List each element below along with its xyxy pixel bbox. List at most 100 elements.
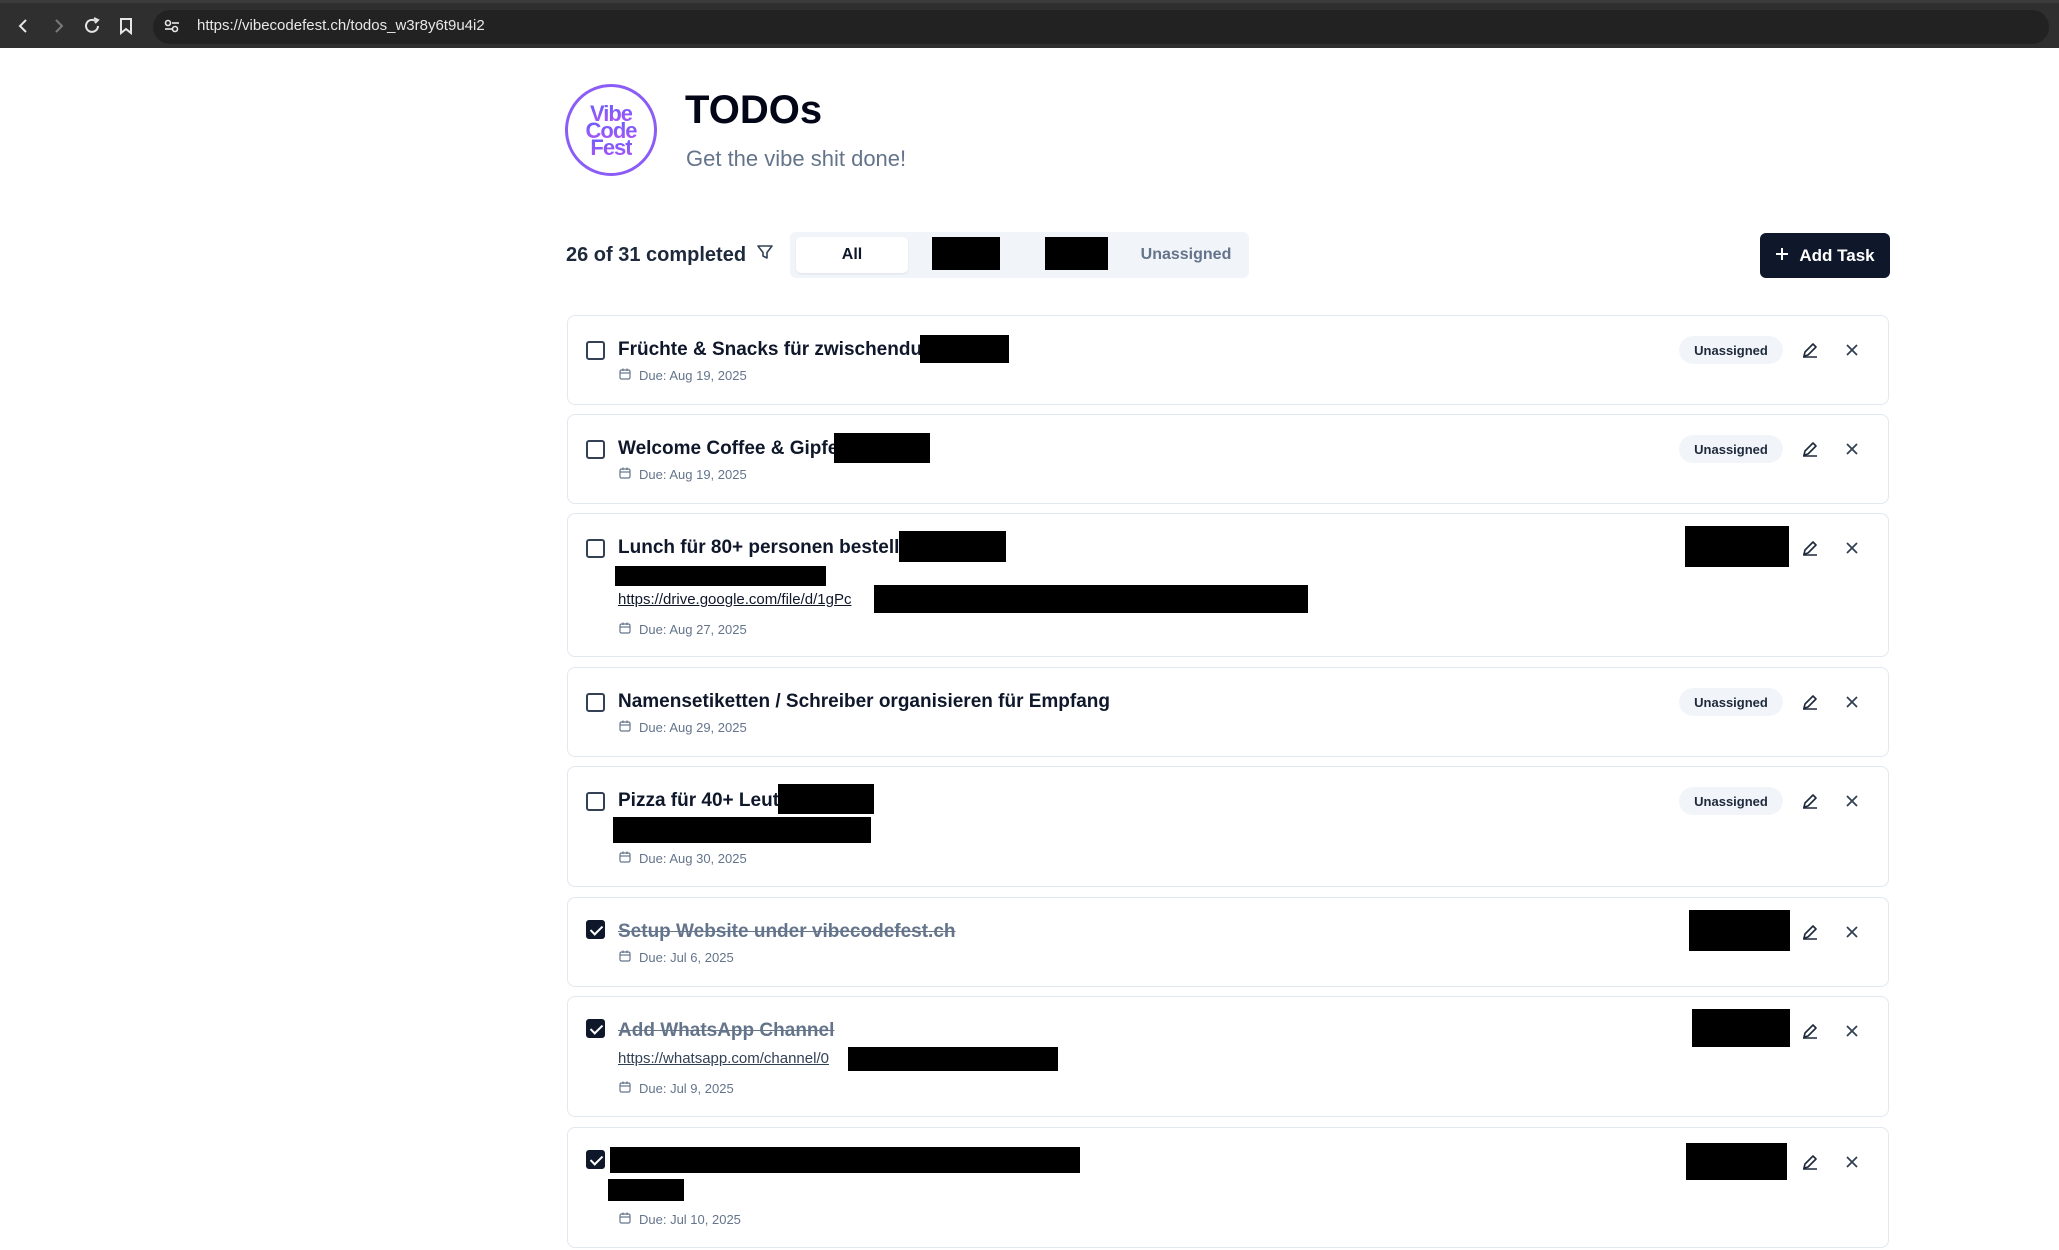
redacted-block bbox=[834, 433, 930, 463]
site-settings-icon[interactable] bbox=[160, 14, 184, 38]
task-title: Lunch für 80+ personen bestellen bbox=[618, 537, 922, 558]
task-title: Welcome Coffee & Gipfeli bbox=[618, 438, 849, 459]
due-text: Due: Aug 19, 2025 bbox=[639, 467, 747, 482]
task-checkbox-checked[interactable] bbox=[586, 1150, 605, 1169]
redacted-title bbox=[610, 1147, 1080, 1173]
task-card: Due: Jul 10, 2025 bbox=[567, 1127, 1889, 1248]
forward-arrow-icon[interactable] bbox=[46, 14, 70, 38]
task-checkbox[interactable] bbox=[586, 539, 605, 558]
tab-redacted-1[interactable] bbox=[932, 237, 1000, 273]
filter-icon[interactable] bbox=[756, 243, 774, 267]
task-card: Lunch für 80+ personen bestellen https:/… bbox=[567, 513, 1889, 657]
tab-all[interactable]: All bbox=[796, 237, 908, 273]
page-subtitle: Get the vibe shit done! bbox=[686, 146, 907, 171]
plus-icon bbox=[1775, 246, 1789, 266]
task-link[interactable]: https://whatsapp.com/channel/0 bbox=[618, 1050, 829, 1067]
close-icon[interactable] bbox=[1840, 338, 1864, 362]
logo-line: Fest bbox=[590, 134, 632, 160]
pencil-icon[interactable] bbox=[1798, 690, 1822, 714]
task-due: Due: Jul 6, 2025 bbox=[619, 950, 734, 965]
task-due: Due: Aug 30, 2025 bbox=[619, 851, 747, 866]
redacted-block bbox=[608, 1179, 684, 1201]
close-icon[interactable] bbox=[1840, 1019, 1864, 1043]
due-text: Due: Aug 29, 2025 bbox=[639, 720, 747, 735]
due-text: Due: Aug 27, 2025 bbox=[639, 622, 747, 637]
task-card: Namensetiketten / Schreiber organisieren… bbox=[567, 667, 1889, 757]
page-title: TODOs bbox=[685, 88, 823, 132]
calendar-icon bbox=[619, 1212, 631, 1227]
redacted-block bbox=[874, 585, 1308, 613]
close-icon[interactable] bbox=[1840, 789, 1864, 813]
pencil-icon[interactable] bbox=[1798, 338, 1822, 362]
task-checkbox-checked[interactable] bbox=[586, 1019, 605, 1038]
task-title: Pizza für 40+ Leute bbox=[618, 790, 790, 811]
pencil-icon[interactable] bbox=[1798, 1019, 1822, 1043]
task-card: Früchte & Snacks für zwischendurch Due: … bbox=[567, 315, 1889, 405]
close-icon[interactable] bbox=[1840, 920, 1864, 944]
redacted-block bbox=[899, 531, 1006, 562]
assignee-badge[interactable]: Unassigned bbox=[1679, 435, 1783, 463]
task-card: Pizza für 40+ Leute Due: Aug 30, 2025 Un… bbox=[567, 766, 1889, 887]
task-due: Due: Jul 10, 2025 bbox=[619, 1212, 741, 1227]
calendar-icon bbox=[619, 368, 631, 383]
bookmark-icon[interactable] bbox=[114, 14, 138, 38]
task-due: Due: Aug 27, 2025 bbox=[619, 622, 747, 637]
task-checkbox-checked[interactable] bbox=[586, 920, 605, 939]
assignee-filter-tabs: All Unassigned bbox=[790, 232, 1249, 278]
calendar-icon bbox=[619, 1081, 631, 1096]
task-due: Due: Aug 19, 2025 bbox=[619, 368, 747, 383]
redacted-assignee bbox=[1686, 1143, 1787, 1180]
redacted-block bbox=[920, 335, 1009, 363]
due-text: Due: Aug 30, 2025 bbox=[639, 851, 747, 866]
redacted-block bbox=[848, 1047, 1058, 1071]
vibecodefest-logo: Vibe Code Fest bbox=[565, 84, 657, 176]
task-due: Due: Aug 19, 2025 bbox=[619, 467, 747, 482]
tab-redacted-2[interactable] bbox=[1045, 237, 1108, 273]
task-due: Due: Jul 9, 2025 bbox=[619, 1081, 734, 1096]
assignee-badge[interactable]: Unassigned bbox=[1679, 688, 1783, 716]
redacted-block bbox=[778, 784, 874, 814]
task-checkbox[interactable] bbox=[586, 693, 605, 712]
pencil-icon[interactable] bbox=[1798, 536, 1822, 560]
pencil-icon[interactable] bbox=[1798, 789, 1822, 813]
completed-count: 26 of 31 completed bbox=[566, 243, 774, 267]
task-checkbox[interactable] bbox=[586, 440, 605, 459]
completed-text: 26 of 31 completed bbox=[566, 243, 747, 266]
task-title: Namensetiketten / Schreiber organisieren… bbox=[618, 691, 1111, 712]
tab-unassigned[interactable]: Unassigned bbox=[1130, 237, 1242, 273]
task-checkbox[interactable] bbox=[586, 341, 605, 360]
task-title: Add WhatsApp Channel bbox=[618, 1020, 835, 1041]
url-text: https://vibecodefest.ch/todos_w3r8y6t9u4… bbox=[197, 17, 485, 34]
close-icon[interactable] bbox=[1840, 690, 1864, 714]
assignee-badge[interactable]: Unassigned bbox=[1679, 336, 1783, 364]
calendar-icon bbox=[619, 622, 631, 637]
calendar-icon bbox=[619, 720, 631, 735]
close-icon[interactable] bbox=[1840, 536, 1864, 560]
close-icon[interactable] bbox=[1840, 437, 1864, 461]
task-due: Due: Aug 29, 2025 bbox=[619, 720, 747, 735]
due-text: Due: Aug 19, 2025 bbox=[639, 368, 747, 383]
redacted-assignee bbox=[1685, 526, 1789, 567]
add-task-button[interactable]: Add Task bbox=[1760, 233, 1890, 278]
assignee-badge[interactable]: Unassigned bbox=[1679, 787, 1783, 815]
redacted-assignee bbox=[1692, 1009, 1790, 1047]
pencil-icon[interactable] bbox=[1798, 437, 1822, 461]
task-card: Setup Website under vibecodefest.ch Due:… bbox=[567, 897, 1889, 987]
due-text: Due: Jul 6, 2025 bbox=[639, 950, 734, 965]
pencil-icon[interactable] bbox=[1798, 920, 1822, 944]
redacted-block bbox=[615, 566, 826, 586]
task-title: Setup Website under vibecodefest.ch bbox=[618, 921, 956, 942]
calendar-icon bbox=[619, 467, 631, 482]
add-task-label: Add Task bbox=[1799, 245, 1875, 265]
redacted-assignee bbox=[1689, 910, 1790, 951]
task-link[interactable]: https://drive.google.com/file/d/1gPc bbox=[618, 591, 851, 608]
reload-icon[interactable] bbox=[80, 14, 104, 38]
task-checkbox[interactable] bbox=[586, 792, 605, 811]
close-icon[interactable] bbox=[1840, 1150, 1864, 1174]
calendar-icon bbox=[619, 950, 631, 965]
browser-toolbar: https://vibecodefest.ch/todos_w3r8y6t9u4… bbox=[0, 0, 2059, 48]
calendar-icon bbox=[619, 851, 631, 866]
redacted-block bbox=[613, 817, 871, 843]
pencil-icon[interactable] bbox=[1798, 1150, 1822, 1174]
back-arrow-icon[interactable] bbox=[12, 14, 36, 38]
